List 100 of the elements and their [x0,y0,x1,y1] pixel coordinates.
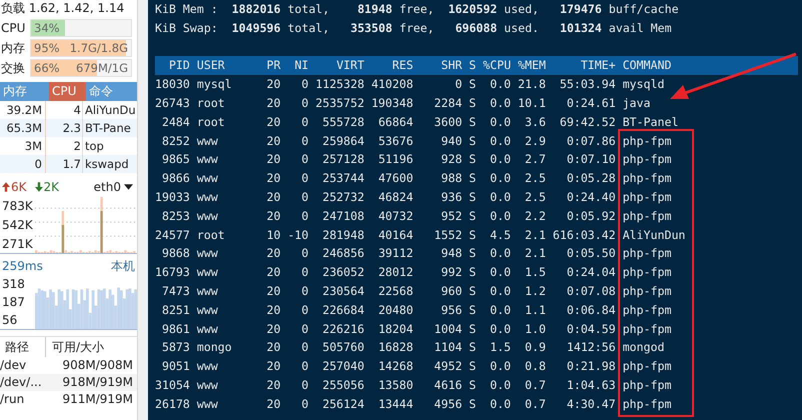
pid-cell-text: 26178 [155,396,190,413]
shr-cell-text: 0 [454,76,462,94]
command-cell-text: php-fpm [622,320,672,338]
ping-host[interactable]: 本机 [111,257,135,275]
virt-cell-text: 257040 [321,358,364,376]
column-header: NI [294,57,309,74]
axis-label: 271K [2,236,34,251]
pid-cell-text: 9865 [160,151,190,168]
pid-cell-text: 9868 [160,245,190,262]
mem-cell-text: 1.5 [524,264,546,282]
shr-cell-text: 1104 [433,339,462,356]
priority-cell-text: 20 [266,188,281,206]
user-cell-text: mongo [196,339,233,356]
state-cell-text: S [468,320,476,338]
state-cell-text: S [468,114,476,131]
column-header[interactable]: CPU [49,82,86,101]
command-cell-text: php-fpm [622,302,672,319]
path-cell: /dev [0,357,26,374]
state-cell-text: S [468,339,476,356]
mem-cell-text: 1.0 [524,320,546,338]
axis-label: 783K [2,199,34,214]
pid-cell-text: 31054 [155,376,190,394]
meter-percent: 66% [33,61,61,75]
user-cell-text: www [196,151,219,168]
cpu-cell-text: 0.0 [488,132,511,150]
user-cell-text: www [196,264,219,282]
user-cell-text: www [196,358,219,376]
command-cell-text: php-fpm [622,376,672,394]
pid-cell-text: 8253 [160,208,190,225]
state-cell-text: S [468,396,476,413]
res-cell-text: 13580 [377,376,414,394]
state-cell-text: S [468,151,476,168]
command-cell-text: mysqld [622,76,664,94]
shr-cell-text: 960 [440,282,462,300]
mem-cell-text: 2.1 [524,245,546,262]
priority-cell-text: 20 [266,302,281,319]
command-cell-text: BT-Panel [622,114,678,131]
cpu-cell-text: 0.0 [488,245,511,262]
state-cell-text: S [468,170,476,188]
cpu-cell-text: 0.0 [488,376,511,394]
mem-cell-text: 0.8 [524,358,546,376]
user-cell-text: www [196,208,219,225]
meter-percent: 34% [33,21,61,35]
priority-cell-text: 10 [266,226,281,244]
res-cell-text: 190348 [370,94,414,112]
column-header: PID [168,57,190,74]
process-row[interactable]: 65.3M 2.3 BT-Pane [0,119,137,137]
column-header[interactable]: 可用/大小 [46,337,104,357]
time-cell-text: 55:03.94 [558,76,616,94]
memory-summary: KiB Swap: 1049596 total, 353508 free, 696088 used. 101324 avail Mem [155,20,673,37]
command-cell-text: php-fpm [622,245,672,262]
nice-cell-text: 0 [300,170,309,188]
pid-cell-text: 5873 [160,339,190,356]
nice-cell-text: 0 [300,132,309,150]
cpu-cell-text: 0.0 [488,358,511,376]
mem-cell-text: 0.7 [524,376,546,394]
user-cell-text: www [196,132,219,150]
mem-cell-text: 2.5 [524,188,546,206]
virt-cell-text: 226216 [321,320,364,338]
res-cell-text: 53676 [377,132,414,150]
meter-label: CPU [0,21,26,35]
user-cell-text: mysql [196,76,233,94]
command-cell-text: php-fpm [622,170,672,188]
nice-cell-text: 0 [300,188,309,206]
virt-cell-text: 246856 [321,245,364,262]
res-cell-text: 66864 [377,114,414,131]
user-cell-text: root [196,94,226,112]
process-row[interactable]: 0 1.7 kswapd [0,155,137,173]
shr-cell-text: 988 [440,170,462,188]
cpu-cell-text: 0.0 [488,114,511,131]
virt-cell-text: 230564 [321,282,364,300]
time-cell-text: 616:03.42 [552,226,616,244]
mem-cell-text: 0.9 [524,339,546,356]
shr-cell-text: 956 [440,302,462,319]
interface-dropdown[interactable]: eth0 [94,180,137,194]
axis-label: 187 [2,295,26,309]
res-cell-text: 13444 [377,396,414,413]
virt-cell-text: 281948 [321,226,364,244]
res-cell-text: 40732 [377,208,414,225]
time-cell-text: 69:42.52 [558,114,616,131]
res-cell-text: 410208 [370,76,414,94]
shr-cell-text: 3600 [433,114,462,131]
virt-cell-text: 259864 [321,132,364,150]
cpu-cell-text: 0.0 [488,94,511,112]
time-cell-text: 0:07.10 [566,151,616,168]
pid-cell-text: 19033 [155,188,190,206]
res-cell-text: 46824 [377,188,414,206]
column-header[interactable]: 路径 [0,337,46,357]
column-header: COMMAND [622,57,672,74]
shr-cell-text: 2284 [433,94,462,112]
res-cell-text: 14268 [377,358,414,376]
time-cell-text: 0:06.84 [566,302,616,319]
nice-cell-text: 0 [300,358,309,376]
cpu-cell-text: 1.5 [488,339,511,356]
virt-cell-text: 505760 [321,339,364,356]
size-cell: 908M/908M [62,357,133,374]
res-cell-text: 51196 [377,151,414,168]
pid-cell-text: 26743 [155,94,190,112]
time-cell-text: 1412:56 [566,339,616,356]
state-cell-text: S [468,358,476,376]
